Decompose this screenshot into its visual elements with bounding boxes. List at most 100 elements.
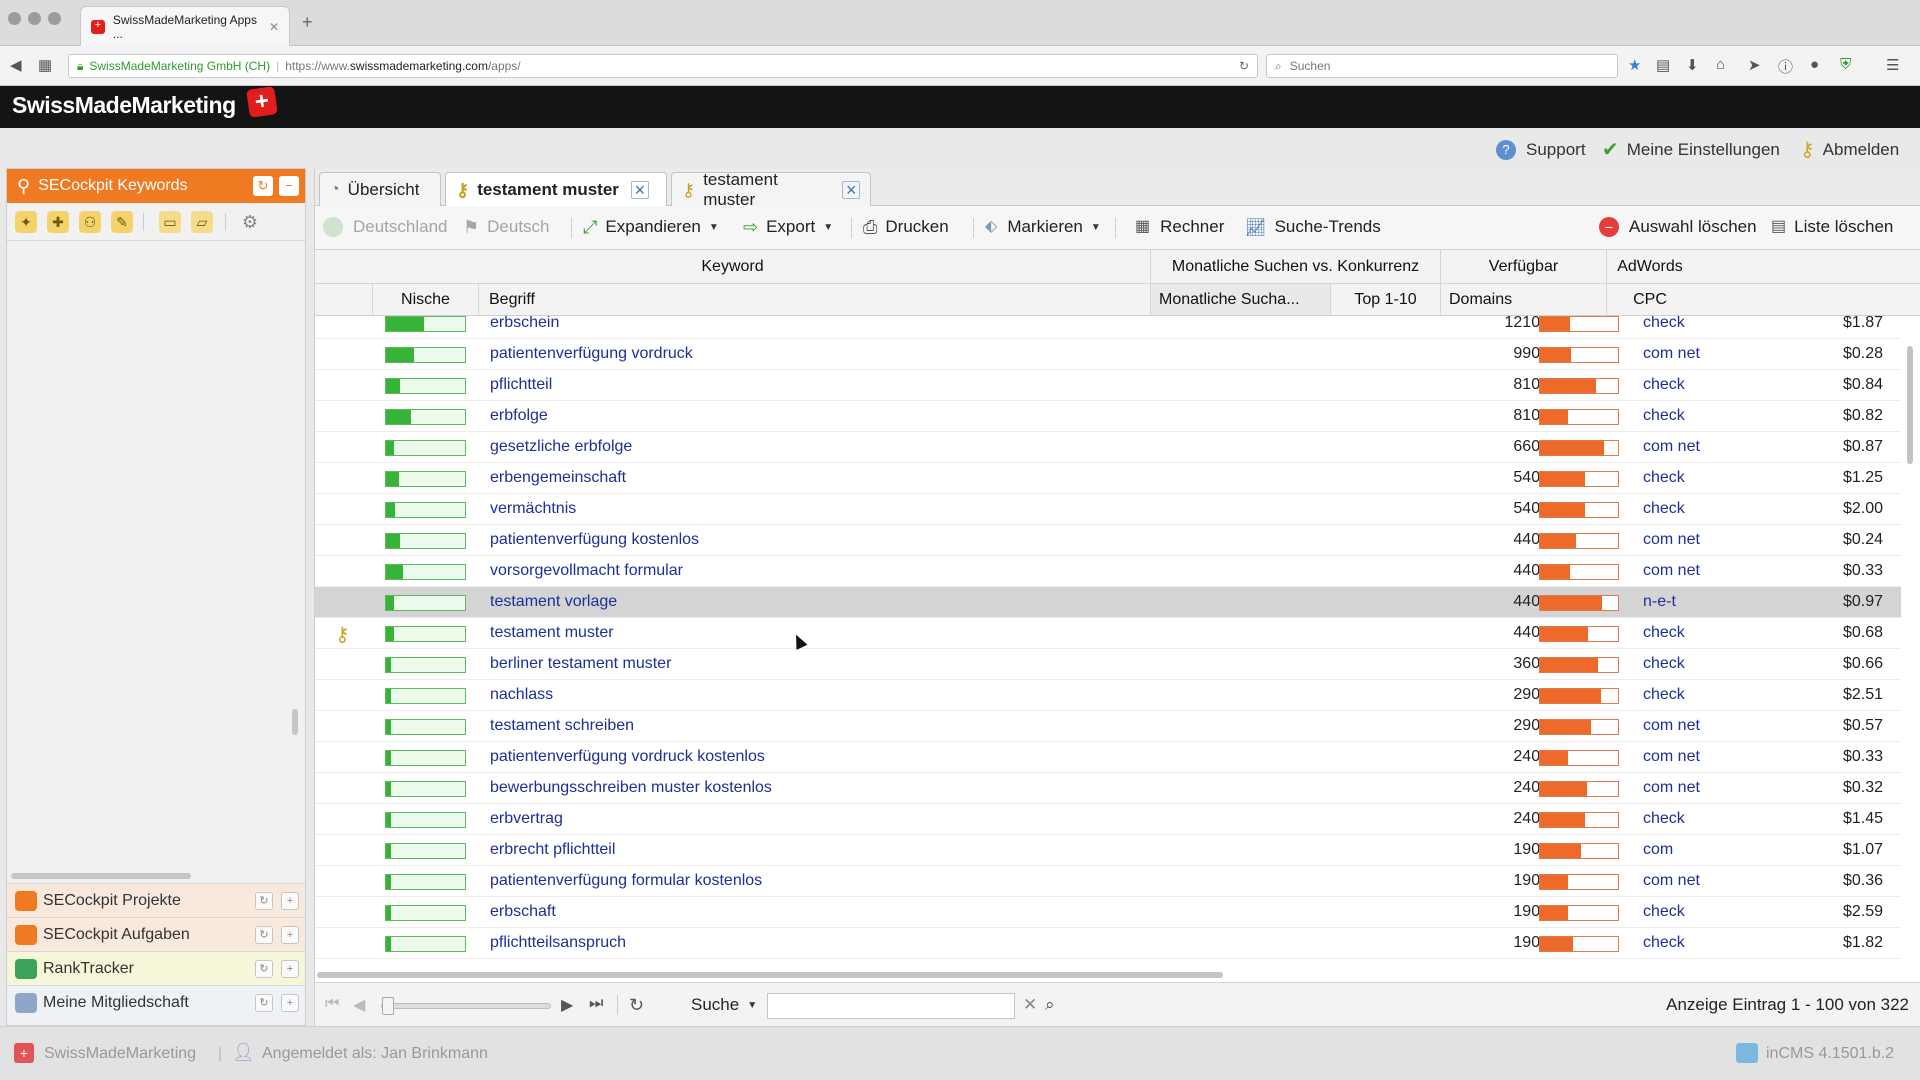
domains-link[interactable]: check <box>1643 686 1685 704</box>
language-button[interactable]: ⚑ Deutsch <box>463 217 550 237</box>
tab-close-icon[interactable]: × <box>842 180 860 199</box>
column-header-niche[interactable]: Nische <box>373 284 479 315</box>
keyword-link[interactable]: testament schreiben <box>490 717 634 735</box>
table-vscroll-thumb[interactable] <box>1907 346 1913 464</box>
menu-icon[interactable]: ☰ <box>1886 56 1899 74</box>
table-row[interactable]: gesetzliche erbfolge 6600 com net $0.87 <box>315 432 1901 463</box>
table-row[interactable]: testament vorlage 4400 n-e-t $0.97 <box>315 587 1901 618</box>
table-row[interactable]: erbschein 12100 check $1.87 <box>315 316 1901 339</box>
sidebar-item-projects[interactable]: SECockpit Projekte ↻ + <box>7 883 305 917</box>
sidebar-hscroll-thumb[interactable] <box>11 873 191 879</box>
column-header-domains[interactable]: Domains <box>1441 284 1607 315</box>
clear-selection-button[interactable]: − Auswahl löschen <box>1599 217 1757 237</box>
search-icon[interactable]: ⌕ <box>1045 995 1055 1015</box>
logout-link[interactable]: ⚷ Abmelden <box>1800 140 1899 160</box>
chat-icon[interactable]: ● <box>1810 56 1819 73</box>
browser-search-input[interactable]: ⌕ Suchen <box>1266 54 1618 78</box>
mark-button[interactable]: ⬖ Markieren ▼ <box>985 217 1101 237</box>
first-page-icon[interactable]: ⏮ <box>325 995 339 1013</box>
tab-close-icon[interactable]: ✕ <box>269 20 279 34</box>
domains-link[interactable]: check <box>1643 810 1685 828</box>
edit-keyword-icon[interactable]: ✎ <box>111 211 133 233</box>
sidebar-item-tasks[interactable]: SECockpit Aufgaben ↻ + <box>7 917 305 951</box>
table-row[interactable]: erbfolge 8100 check $0.82 <box>315 401 1901 432</box>
table-row[interactable]: patientenverfügung formular kostenlos 190… <box>315 866 1901 897</box>
calculator-button[interactable]: ▦ Rechner <box>1135 217 1224 237</box>
prev-page-icon[interactable]: ◀ <box>353 995 365 1015</box>
table-row[interactable]: testament schreiben 2900 com net $0.57 <box>315 711 1901 742</box>
tab-overview[interactable]: ◔ Übersicht <box>319 172 441 206</box>
domains-link[interactable]: com net <box>1643 779 1700 797</box>
domains-link[interactable]: com net <box>1643 562 1700 580</box>
expand-button[interactable]: + <box>281 926 299 944</box>
keyword-link[interactable]: pflichtteil <box>490 376 552 394</box>
sidebar-item-membership[interactable]: Meine Mitgliedschaft ↻ + <box>7 985 305 1019</box>
table-row[interactable]: erbrecht pflichtteil 1900 com $1.07 <box>315 835 1901 866</box>
group-keyword-icon[interactable]: ⚇ <box>79 211 101 233</box>
keyword-link[interactable]: patientenverfügung formular kostenlos <box>490 872 762 890</box>
column-header-marker[interactable] <box>315 284 373 315</box>
table-row[interactable]: patientenverfügung vordruck 9900 com net $0… <box>315 339 1901 370</box>
refresh-button[interactable]: ↻ <box>255 994 273 1012</box>
bookmark-star-icon[interactable]: ★ <box>1628 56 1641 74</box>
keyword-link[interactable]: testament muster <box>490 624 614 642</box>
url-bar[interactable]: 🔒︎ SwissMadeMarketing GmbH (CH) | https:… <box>68 54 1258 78</box>
refresh-button[interactable]: ↻ <box>255 892 273 910</box>
keyword-link[interactable]: berliner testament muster <box>490 655 671 673</box>
back-icon[interactable]: ◀ <box>10 56 22 74</box>
info-icon[interactable]: ⓘ <box>1778 56 1793 77</box>
table-hscroll-thumb[interactable] <box>317 972 1223 978</box>
domains-link[interactable]: check <box>1643 469 1685 487</box>
table-hscrollbar[interactable] <box>315 968 1920 982</box>
settings-link[interactable]: ✔ Meine Einstellungen <box>1602 140 1780 160</box>
browser-tab[interactable]: + SwissMadeMarketing Apps ... ✕ <box>80 6 290 46</box>
keyword-link[interactable]: nachlass <box>490 686 553 704</box>
sidebar-refresh-button[interactable]: ↻ <box>253 176 273 196</box>
next-page-icon[interactable]: ▶ <box>561 995 573 1015</box>
keyword-link[interactable]: pflichtteilsanspruch <box>490 934 626 952</box>
keyword-link[interactable]: patientenverfügung kostenlos <box>490 531 699 549</box>
column-header-cpc[interactable]: CPC <box>1607 284 1693 315</box>
tab-keyword-active[interactable]: ⚷ testament muster × <box>445 172 667 206</box>
expand-button[interactable]: ⤢ Expandieren ▼ <box>583 217 719 237</box>
keyword-link[interactable]: erbschaft <box>490 903 556 921</box>
domains-link[interactable]: check <box>1643 903 1685 921</box>
column-header-term[interactable]: Begriff <box>479 284 1151 315</box>
reading-list-icon[interactable]: ▤ <box>1656 56 1670 74</box>
domains-link[interactable]: n-e-t <box>1643 593 1676 611</box>
domains-link[interactable]: com net <box>1643 531 1700 549</box>
table-row[interactable]: erbschaft 1900 check $2.59 <box>315 897 1901 928</box>
refresh-button[interactable]: ↻ <box>255 926 273 944</box>
keyword-link[interactable]: vermächtnis <box>490 500 576 518</box>
search-field-dropdown[interactable]: Suche ▼ <box>691 995 757 1015</box>
new-keyword-icon[interactable]: ✦ <box>15 211 37 233</box>
expand-button[interactable]: + <box>281 960 299 978</box>
support-link[interactable]: ? Support <box>1496 140 1586 160</box>
keyword-link[interactable]: erbfolge <box>490 407 548 425</box>
domains-link[interactable]: check <box>1643 407 1685 425</box>
domains-link[interactable]: check <box>1643 655 1685 673</box>
page-slider[interactable] <box>381 997 551 1015</box>
sidebar-vscroll-thumb[interactable] <box>292 709 298 735</box>
export-button[interactable]: ⇨ Export ▼ <box>743 217 833 237</box>
domains-link[interactable]: com net <box>1643 872 1700 890</box>
clear-list-button[interactable]: ▤ Liste löschen <box>1771 217 1893 237</box>
sidebar-item-ranktracker[interactable]: RankTracker ↻ + <box>7 951 305 985</box>
keyword-link[interactable]: gesetzliche erbfolge <box>490 438 632 456</box>
domains-link[interactable]: com <box>1643 841 1673 859</box>
table-row[interactable]: pflichtteil 8100 check $0.84 <box>315 370 1901 401</box>
table-row[interactable]: vermächtnis 5400 check $2.00 <box>315 494 1901 525</box>
print-button[interactable]: ⎙ Drucken <box>863 217 949 237</box>
download-icon[interactable]: ⬇ <box>1686 56 1699 74</box>
shield-icon[interactable]: ⛨ <box>1840 56 1851 73</box>
keyword-link[interactable]: erbengemeinschaft <box>490 469 626 487</box>
domains-link[interactable]: check <box>1643 500 1685 518</box>
column-header-top10[interactable]: Top 1-10 <box>1331 284 1441 315</box>
column-header-monthly-searches[interactable]: Monatliche Sucha... <box>1151 284 1331 315</box>
sidebar-toggle-icon[interactable]: ▦ <box>38 56 52 74</box>
search-trends-button[interactable]: 📈︎ Suche-Trends <box>1245 217 1381 237</box>
open-folder-icon[interactable]: ▱ <box>191 211 213 233</box>
keyword-link[interactable]: vorsorgevollmacht formular <box>490 562 683 580</box>
table-row[interactable]: erbvertrag 2400 check $1.45 <box>315 804 1901 835</box>
keyword-link[interactable]: patientenverfügung vordruck kostenlos <box>490 748 765 766</box>
